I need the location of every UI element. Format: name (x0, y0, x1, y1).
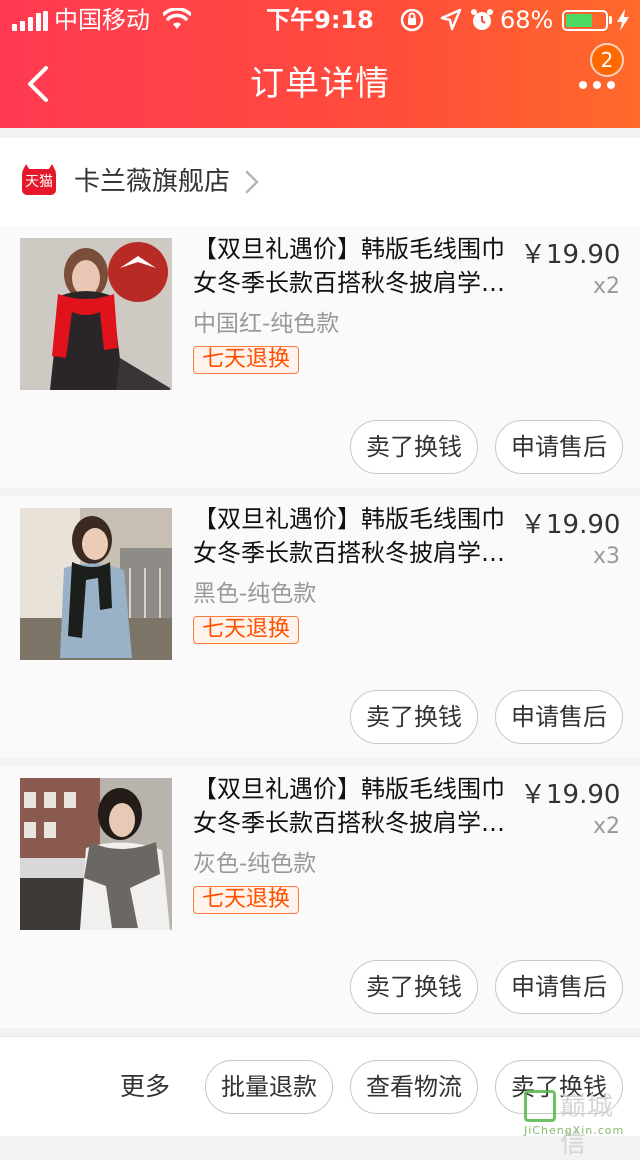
product-quantity: x2 (592, 274, 620, 299)
product-title-line: 【双旦礼遇价】韩版毛线围巾 (193, 505, 505, 533)
product-image[interactable] (20, 238, 172, 390)
watermark-url: JiChengXin.com (524, 1124, 625, 1137)
product-title[interactable]: 【双旦礼遇价】韩版毛线围巾 女冬季长款百搭秋冬披肩学生… (193, 502, 518, 570)
watermark-logo-icon (524, 1090, 556, 1122)
product-price: ￥19.90 (520, 510, 621, 540)
product-sku: 灰色-纯色款 (193, 851, 317, 877)
battery-icon (562, 10, 608, 31)
product-sku: 黑色-纯色款 (193, 581, 317, 607)
product-title-line: 女冬季长款百搭秋冬披肩学生… (193, 539, 518, 567)
seven-day-return-tag: 七天退换 (193, 346, 300, 374)
product-image[interactable] (20, 778, 172, 930)
product-title[interactable]: 【双旦礼遇价】韩版毛线围巾 女冬季长款百搭秋冬披肩学生… (193, 232, 518, 300)
orientation-lock-icon (400, 8, 424, 32)
charging-bolt-icon (617, 9, 629, 31)
order-item[interactable]: 【双旦礼遇价】韩版毛线围巾 女冬季长款百搭秋冬披肩学生… ￥19.90 x3 黑… (0, 496, 640, 758)
seven-day-return-tag: 七天退换 (193, 616, 300, 644)
battery-level-fill (566, 14, 592, 27)
more-actions-link[interactable]: 更多 (120, 1037, 170, 1137)
watermark-text: 巅城信 (560, 1092, 615, 1159)
alarm-clock-icon (471, 9, 493, 30)
product-title-line: 【双旦礼遇价】韩版毛线围巾 (193, 235, 505, 263)
product-title-line: 【双旦礼遇价】韩版毛线围巾 (193, 775, 505, 803)
battery-percent: 68% (500, 6, 554, 34)
product-photo-black-scarf (20, 508, 172, 660)
chevron-left-icon (28, 66, 48, 102)
status-bar: 中国移动 下午9:18 68% (0, 0, 640, 40)
app-header: 中国移动 下午9:18 68% 订单详情 (0, 0, 640, 128)
product-price: ￥19.90 (520, 240, 621, 270)
resell-button[interactable]: 卖了换钱 (350, 420, 478, 474)
product-title[interactable]: 【双旦礼遇价】韩版毛线围巾 女冬季长款百搭秋冬披肩学生… (193, 772, 518, 840)
seven-day-return-tag: 七天退换 (193, 886, 300, 914)
product-photo-grey-scarf (20, 778, 172, 930)
navigation-bar: 订单详情 (0, 40, 640, 128)
shop-header[interactable]: 天猫 卡兰薇旗舰店 (0, 138, 640, 226)
product-sku: 中国红-纯色款 (193, 311, 340, 337)
site-watermark: 巅城信 JiChengXin.com (520, 1086, 640, 1159)
resell-button[interactable]: 卖了换钱 (350, 690, 478, 744)
location-arrow-icon (440, 8, 462, 31)
product-quantity: x2 (592, 814, 620, 839)
notification-badge: 2 (590, 43, 624, 77)
order-item[interactable]: 【双旦礼遇价】韩版毛线围巾 女冬季长款百搭秋冬披肩学生… ￥19.90 x2 中… (0, 226, 640, 488)
after-sales-button[interactable]: 申请售后 (495, 420, 623, 474)
product-title-line: 女冬季长款百搭秋冬披肩学生… (193, 269, 518, 297)
battery-cap (609, 16, 612, 24)
product-title-line: 女冬季长款百搭秋冬披肩学生… (193, 809, 518, 837)
ellipsis-icon (579, 81, 615, 89)
batch-refund-button[interactable]: 批量退款 (205, 1060, 333, 1114)
after-sales-button[interactable]: 申请售后 (495, 960, 623, 1014)
product-quantity: x3 (592, 544, 620, 569)
back-button[interactable] (18, 58, 62, 110)
tmall-logo-icon: 天猫 (22, 164, 56, 195)
tmall-logo-text: 天猫 (25, 174, 53, 190)
product-price: ￥19.90 (520, 780, 621, 810)
order-item[interactable]: 【双旦礼遇价】韩版毛线围巾 女冬季长款百搭秋冬披肩学生… ￥19.90 x2 灰… (0, 766, 640, 1028)
shop-name: 卡兰薇旗舰店 (74, 167, 231, 197)
after-sales-button[interactable]: 申请售后 (495, 690, 623, 744)
resell-button[interactable]: 卖了换钱 (350, 960, 478, 1014)
page-title: 订单详情 (250, 64, 390, 104)
product-photo-red-scarf (20, 238, 172, 390)
view-logistics-button[interactable]: 查看物流 (350, 1060, 478, 1114)
product-image[interactable] (20, 508, 172, 660)
chevron-right-icon (245, 170, 259, 194)
